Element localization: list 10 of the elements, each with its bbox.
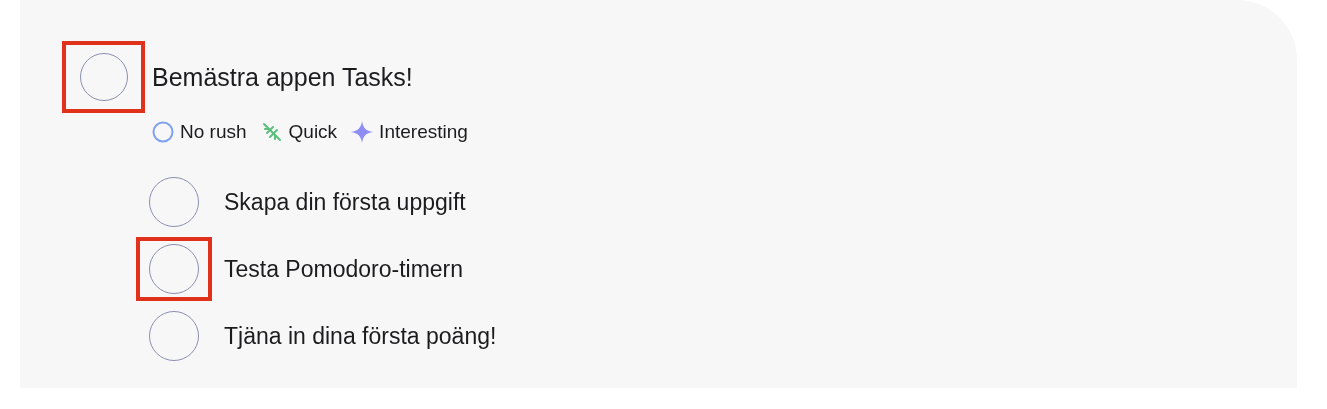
task-title: Bemästra appen Tasks! bbox=[152, 62, 413, 92]
subtask-title: Testa Pomodoro-timern bbox=[224, 255, 464, 283]
subtask-checkbox[interactable] bbox=[149, 244, 199, 294]
tag-label: Interesting bbox=[379, 121, 468, 143]
subtask-checkbox[interactable] bbox=[149, 311, 199, 361]
subtask-title: Skapa din första uppgift bbox=[224, 188, 466, 216]
subtask-checkbox[interactable] bbox=[149, 177, 199, 227]
tag-label: No rush bbox=[180, 121, 247, 143]
tag-label: Quick bbox=[288, 121, 338, 143]
subtask-title: Tjäna in dina första poäng! bbox=[224, 322, 497, 350]
